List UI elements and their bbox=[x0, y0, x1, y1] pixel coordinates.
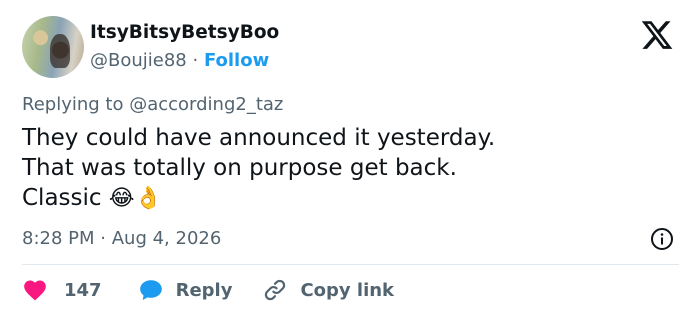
author-name[interactable]: ItsyBitsyBetsyBoo bbox=[90, 22, 279, 43]
like-count: 147 bbox=[64, 279, 102, 301]
divider bbox=[22, 264, 679, 265]
meta-separator: · bbox=[100, 228, 106, 249]
info-icon[interactable] bbox=[650, 227, 674, 251]
timestamp[interactable]: 8:28 PM · Aug 4, 2026 bbox=[22, 228, 221, 249]
reply-button[interactable]: Reply bbox=[138, 277, 233, 303]
handle-separator: · bbox=[192, 50, 199, 71]
avatar[interactable] bbox=[22, 16, 84, 78]
tweet-time[interactable]: 8:28 PM bbox=[22, 228, 95, 249]
copy-link-label: Copy link bbox=[300, 279, 395, 301]
laughing-emoji: 😂 bbox=[108, 186, 135, 211]
reply-label: Reply bbox=[175, 279, 233, 301]
tweet-body: They could have announced it yesterday. … bbox=[22, 123, 495, 214]
heart-icon bbox=[24, 280, 46, 301]
handle-row: @Boujie88 · Follow bbox=[90, 50, 269, 71]
action-bar: 147 Reply Copy link bbox=[22, 276, 394, 304]
tweet-line: They could have announced it yesterday. bbox=[22, 125, 496, 151]
chat-bubble-icon bbox=[139, 280, 162, 300]
copy-link-button[interactable]: Copy link bbox=[262, 277, 394, 303]
x-logo-icon[interactable] bbox=[640, 18, 674, 52]
tweet-date[interactable]: Aug 4, 2026 bbox=[112, 228, 222, 249]
tweet-line: That was totally on purpose get back. bbox=[22, 155, 457, 181]
link-icon bbox=[265, 279, 286, 301]
tweet-line-last: Classic 😂👌 bbox=[22, 183, 495, 214]
like-button[interactable]: 147 bbox=[22, 277, 102, 303]
follow-button[interactable]: Follow bbox=[204, 50, 269, 71]
ok-hand-emoji: 👌 bbox=[134, 186, 162, 211]
author-handle[interactable]: @Boujie88 bbox=[90, 50, 187, 71]
tweet-line: Classic bbox=[22, 185, 102, 211]
replying-to: Replying to @according2_taz bbox=[22, 94, 284, 115]
